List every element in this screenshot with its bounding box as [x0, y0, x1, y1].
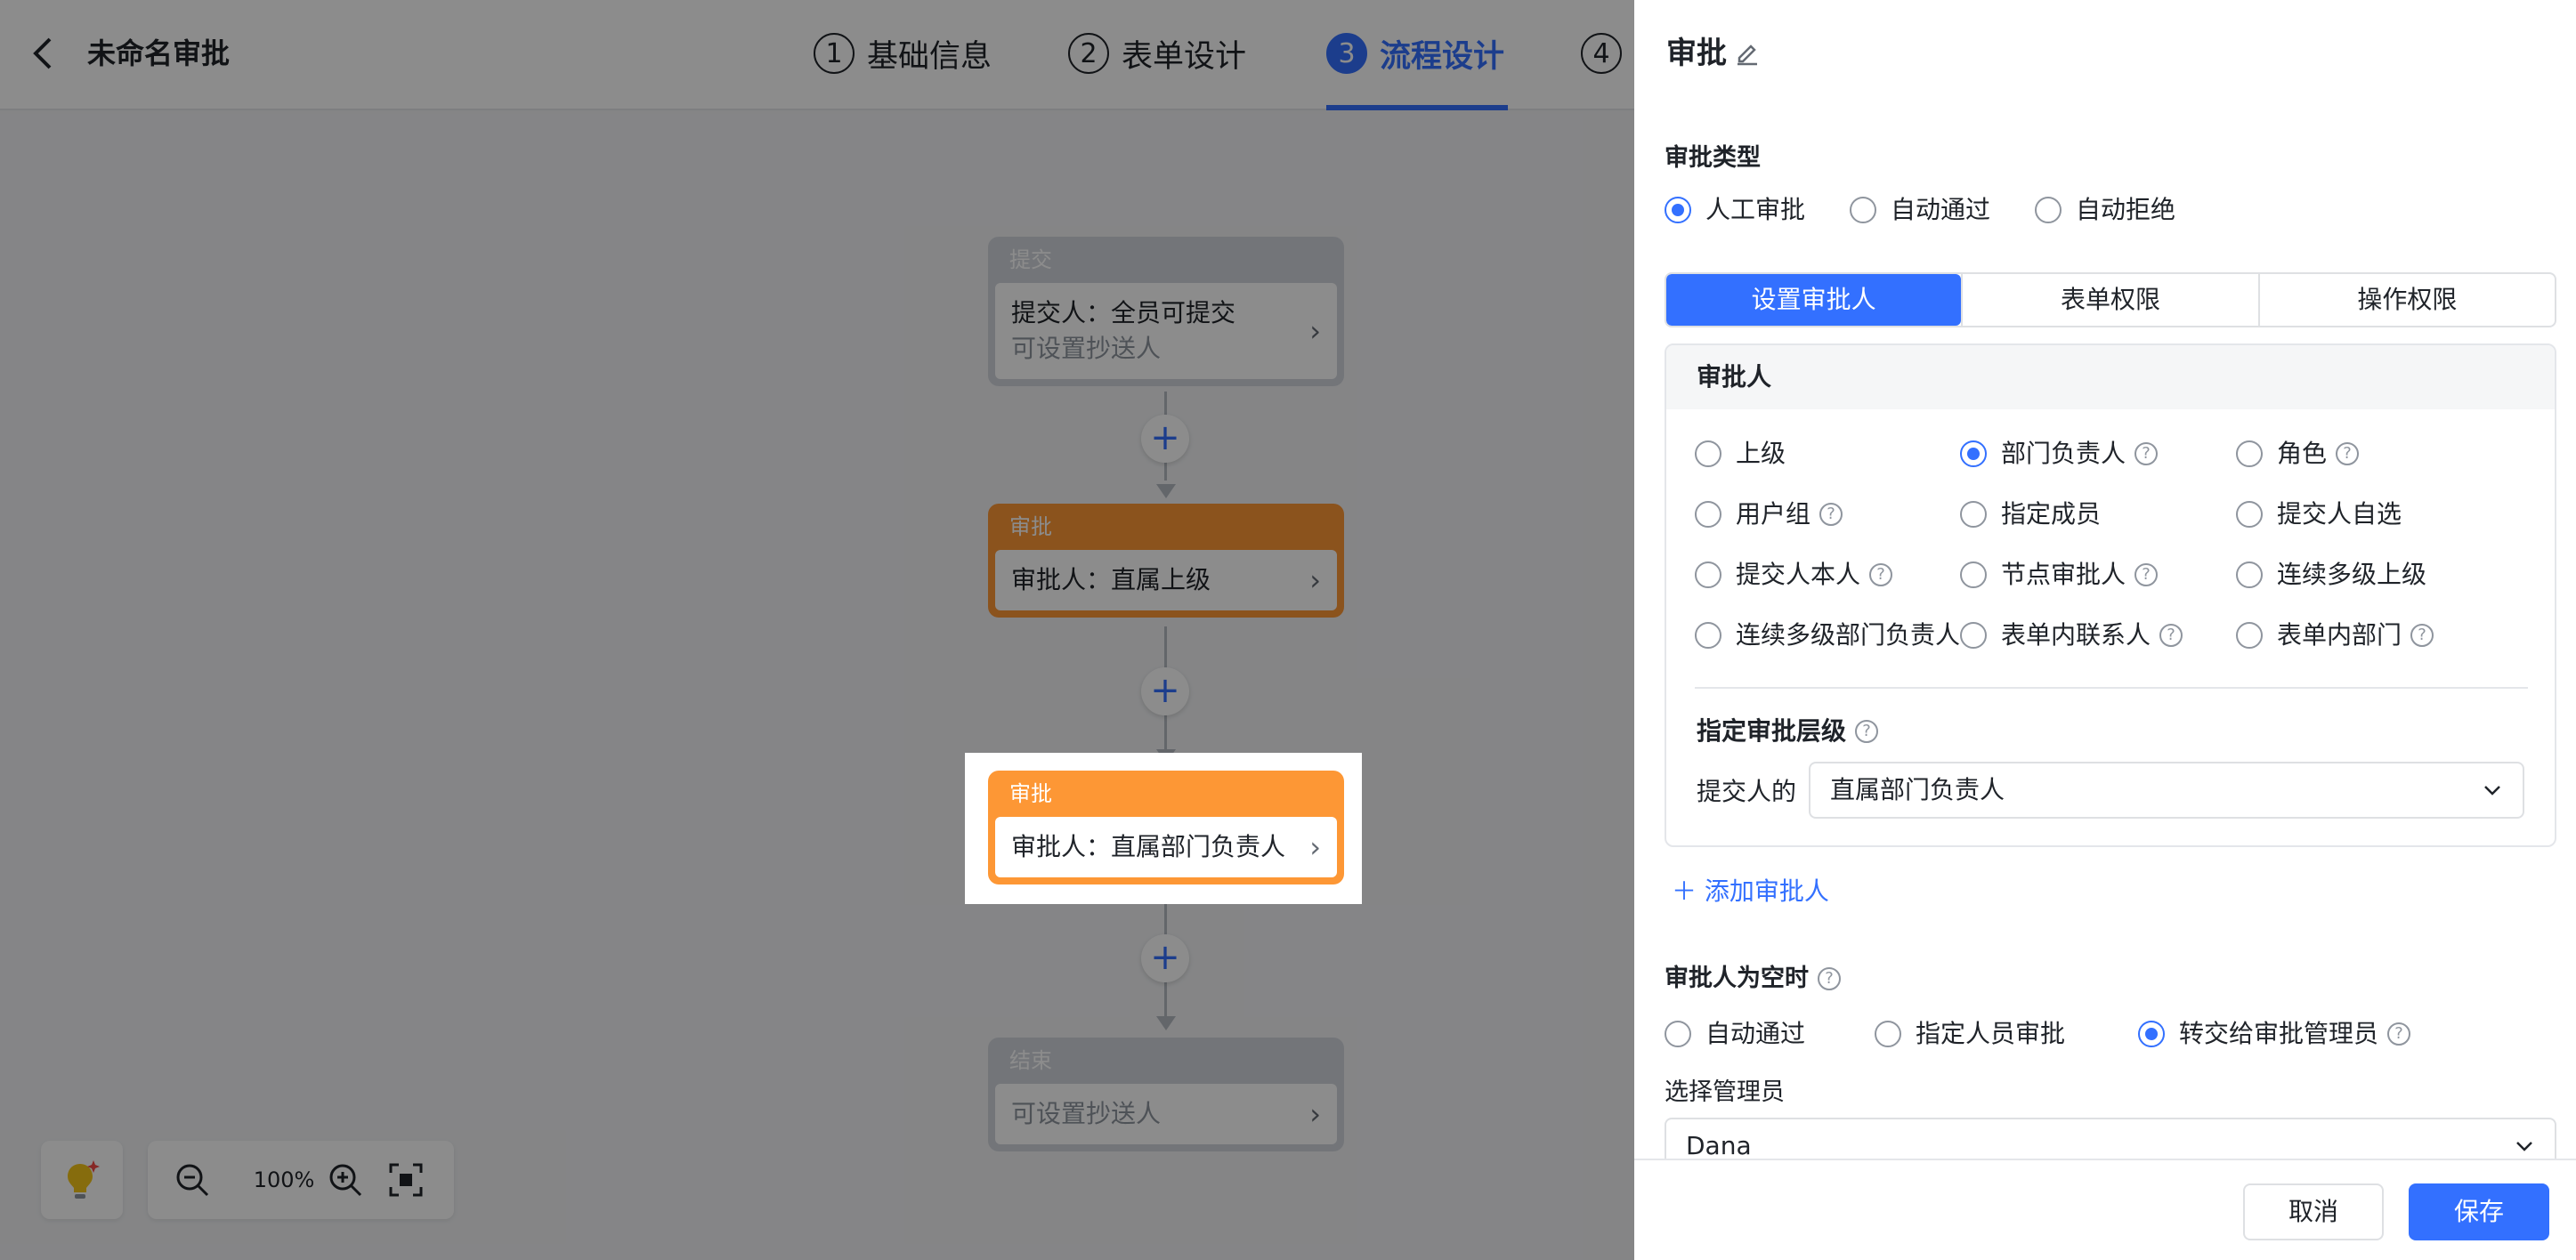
radio-dept-head[interactable]: 部门负责人 ? — [1960, 436, 2159, 472]
radio-circle — [1695, 622, 1721, 649]
radio-circle — [1960, 622, 1987, 649]
radio-submitter-self[interactable]: 提交人本人 ? — [1695, 557, 1893, 593]
radio-circle — [2035, 197, 2062, 223]
level-label-text: 指定审批层级 — [1697, 716, 1847, 746]
radio-label: 提交人本人 — [1736, 560, 1861, 589]
radio-circle — [1695, 561, 1721, 588]
settings-tabs: 设置审批人 表单权限 操作权限 — [1665, 272, 2556, 327]
modal-overlay — [0, 0, 1634, 1260]
approval-level-label: 指定审批层级 ? — [1697, 714, 1879, 749]
radio-user-group[interactable]: 用户组 ? — [1695, 497, 1843, 532]
divider — [1695, 687, 2528, 689]
radio-form-contact[interactable]: 表单内联系人 ? — [1960, 618, 2183, 653]
panel-footer: 取消 保存 — [1634, 1159, 2576, 1260]
panel-title: 审批 — [1666, 36, 1727, 71]
radio-circle — [2236, 622, 2263, 649]
approver-header: 审批人 — [1666, 345, 2555, 409]
process-editor: 未命名审批 1 基础信息 2 表单设计 3 流程设计 4 + + + 提交 提交… — [0, 0, 1634, 1260]
radio-circle — [2138, 1021, 2165, 1047]
node-body: 审批人：直属部门负责人 › — [995, 817, 1337, 877]
help-icon[interactable]: ? — [2336, 442, 2360, 465]
radio-label: 表单内部门 — [2277, 620, 2402, 650]
approval-type-label: 审批类型 — [1665, 144, 1761, 172]
radio-circle — [1960, 501, 1987, 528]
tab-operation-permission[interactable]: 操作权限 — [2257, 274, 2555, 326]
radio-label: 用户组 — [1736, 499, 1811, 529]
help-icon[interactable]: ? — [1818, 967, 1841, 990]
radio-empty-specified-person[interactable]: 指定人员审批 — [1875, 1016, 2065, 1052]
radio-circle — [1960, 561, 1987, 588]
radio-node-approver[interactable]: 节点审批人 ? — [1960, 557, 2159, 593]
help-icon[interactable]: ? — [2159, 624, 2183, 647]
radio-auto-pass[interactable]: 自动通过 — [1850, 192, 1990, 228]
radio-auto-reject[interactable]: 自动拒绝 — [2035, 192, 2175, 228]
empty-approver-label: 审批人为空时 ? — [1665, 961, 1841, 997]
edit-pencil-icon[interactable] — [1734, 39, 1761, 66]
radio-label: 角色 — [2277, 439, 2328, 468]
radio-circle — [2236, 440, 2263, 467]
radio-circle — [1960, 440, 1987, 467]
radio-specified-member[interactable]: 指定成员 — [1960, 497, 2101, 532]
radio-circle — [2236, 561, 2263, 588]
radio-label: 人工审批 — [1705, 195, 1806, 224]
approval-level-select[interactable]: 直属部门负责人 — [1809, 762, 2524, 819]
radio-submitter-choose[interactable]: 提交人自选 — [2236, 497, 2402, 532]
add-approver-label: 添加审批人 — [1704, 876, 1829, 906]
help-icon[interactable]: ? — [1819, 503, 1843, 526]
radio-circle — [1875, 1021, 1901, 1047]
radio-empty-auto-pass[interactable]: 自动通过 — [1665, 1016, 1805, 1052]
radio-superior[interactable]: 上级 — [1695, 436, 1786, 472]
approver-section: 审批人 上级 部门负责人 ? 角色 ? 用户组 ? 指定成员 提交人自选 提交人… — [1665, 343, 2556, 847]
empty-label-text: 审批人为空时 — [1665, 965, 1809, 992]
radio-circle — [1695, 440, 1721, 467]
radio-label: 指定人员审批 — [1916, 1019, 2066, 1048]
radio-circle — [2236, 501, 2263, 528]
select-value: Dana — [1686, 1131, 1752, 1160]
approval-node-2[interactable]: 审批 审批人：直属部门负责人 › — [988, 771, 1344, 884]
help-icon[interactable]: ? — [1855, 720, 1879, 743]
level-prefix: 提交人的 — [1697, 777, 1797, 806]
help-icon[interactable]: ? — [2387, 1022, 2411, 1046]
select-manager-label: 选择管理员 — [1665, 1078, 1785, 1106]
radio-label: 节点审批人 — [2001, 560, 2126, 589]
radio-multi-level-superior[interactable]: 连续多级上级 — [2236, 557, 2426, 593]
radio-label: 上级 — [1736, 439, 1786, 468]
radio-label: 自动通过 — [1705, 1019, 1806, 1048]
node-title: 审批 — [1009, 781, 1052, 806]
radio-label: 表单内联系人 — [2001, 620, 2151, 650]
radio-label: 部门负责人 — [2001, 439, 2126, 468]
help-icon[interactable]: ? — [1869, 563, 1893, 586]
radio-empty-transfer-admin[interactable]: 转交给审批管理员 ? — [2138, 1016, 2411, 1052]
radio-circle — [1665, 1021, 1691, 1047]
node-text: 审批人：直属部门负责人 — [1011, 832, 1286, 861]
radio-label: 连续多级上级 — [2277, 560, 2427, 589]
chevron-right-icon: › — [1309, 830, 1321, 864]
radio-label: 提交人自选 — [2277, 499, 2402, 529]
radio-label: 连续多级部门负责人 — [1736, 620, 1961, 650]
cancel-button[interactable]: 取消 — [2243, 1183, 2384, 1240]
chevron-down-icon — [2516, 1142, 2532, 1151]
save-button[interactable]: 保存 — [2409, 1183, 2549, 1240]
approval-settings-panel: 审批 审批类型 人工审批 自动通过 自动拒绝 设置审批人 表单权限 操作权限 审… — [1634, 0, 2576, 1260]
radio-role[interactable]: 角色 ? — [2236, 436, 2360, 472]
radio-form-department[interactable]: 表单内部门 ? — [2236, 618, 2434, 653]
radio-label: 自动拒绝 — [2076, 195, 2176, 224]
select-value: 直属部门负责人 — [1830, 775, 2005, 804]
radio-label: 指定成员 — [2001, 499, 2102, 529]
radio-circle — [1850, 197, 1876, 223]
radio-manual-approval[interactable]: 人工审批 — [1665, 192, 1805, 228]
radio-label: 转交给审批管理员 — [2179, 1019, 2379, 1048]
radio-circle — [1665, 197, 1691, 223]
help-icon[interactable]: ? — [2135, 442, 2159, 465]
help-icon[interactable]: ? — [2135, 563, 2159, 586]
chevron-down-icon — [2484, 786, 2500, 796]
radio-circle — [1695, 501, 1721, 528]
tab-set-approver[interactable]: 设置审批人 — [1666, 274, 1962, 326]
help-icon[interactable]: ? — [2410, 624, 2434, 647]
radio-label: 自动通过 — [1891, 195, 1991, 224]
tab-form-permission[interactable]: 表单权限 — [1961, 274, 2257, 326]
add-approver-link[interactable]: ＋ 添加审批人 — [1672, 874, 1829, 909]
radio-multi-level-dept-head[interactable]: 连续多级部门负责人 — [1695, 618, 1960, 653]
